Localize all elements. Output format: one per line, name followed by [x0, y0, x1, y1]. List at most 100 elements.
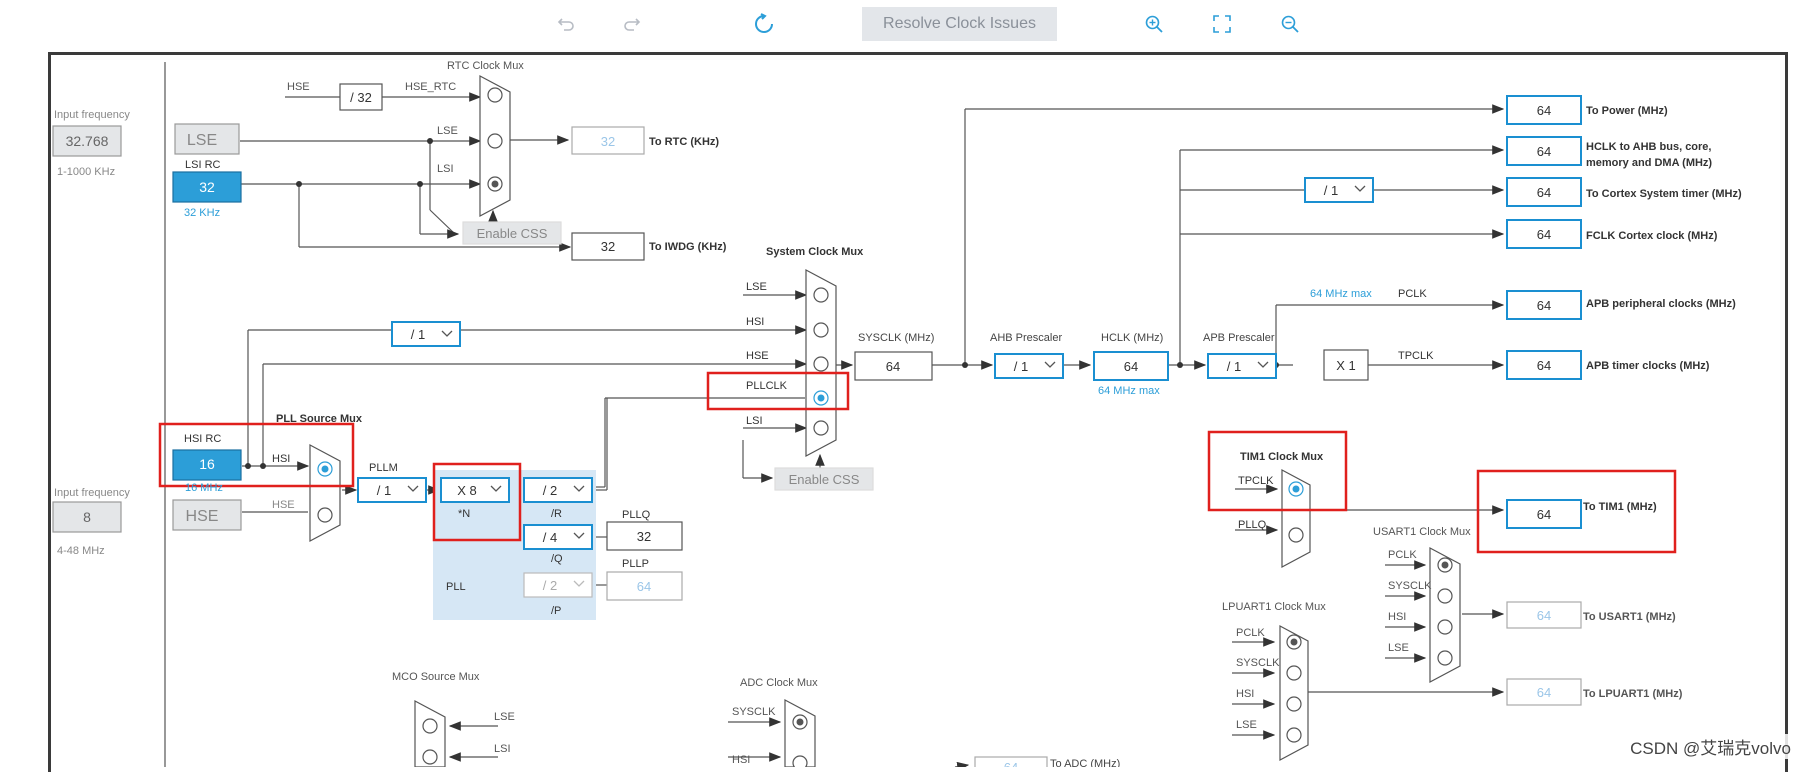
- pclk-max-label: 64 MHz max: [1310, 288, 1372, 300]
- hsi-rc-label: HSI RC: [184, 433, 221, 445]
- tim1-tpclk-label: TPCLK: [1238, 475, 1274, 487]
- hclk-mhz-label: HCLK (MHz): [1101, 332, 1163, 344]
- sys-mux-lsi-radio[interactable]: [813, 420, 829, 436]
- tim1-mux-label: TIM1 Clock Mux: [1240, 451, 1324, 463]
- output-label-hclk-line2: memory and DMA (MHz): [1586, 157, 1712, 169]
- adc-value-text: 64: [1004, 760, 1018, 767]
- rtc-mux-label: RTC Clock Mux: [447, 60, 524, 72]
- hse-range-label: 4-48 MHz: [57, 545, 105, 557]
- lpuart1-sysclk-label: SYSCLK: [1236, 657, 1280, 669]
- hse-input-frequency-label: Input frequency: [54, 487, 130, 499]
- usart1-value-text: 64: [1537, 608, 1551, 623]
- hsi-value: 16: [199, 456, 215, 472]
- cortex-timer-divider-dropdown[interactable]: [1304, 177, 1374, 203]
- to-lpuart1-label: To LPUART1 (MHz): [1583, 688, 1683, 700]
- lpuart1-mux-label: LPUART1 Clock Mux: [1222, 601, 1326, 613]
- hsi-mhz-label: 16 MHz: [185, 482, 223, 494]
- apb-prescaler-value: / 1: [1227, 359, 1241, 374]
- lpuart1-value-text: 64: [1537, 685, 1551, 700]
- rtc-mux-lse-radio[interactable]: [487, 133, 503, 149]
- apb-prescaler-label: APB Prescaler: [1203, 332, 1275, 344]
- r-label: /R: [551, 508, 562, 520]
- usart1-pclk-label: PCLK: [1388, 549, 1417, 561]
- output-label-fclk: FCLK Cortex clock (MHz): [1586, 230, 1718, 242]
- hse-box-label: HSE: [186, 508, 219, 525]
- pllr-dropdown[interactable]: [523, 477, 593, 503]
- mco-mux-label: MCO Source Mux: [392, 671, 480, 683]
- tim1-pllq-radio[interactable]: [1288, 527, 1304, 543]
- to-rtc-label: To RTC (KHz): [649, 136, 719, 148]
- usart1-sysclk-label: SYSCLK: [1388, 580, 1432, 592]
- sys-enable-css-label: Enable CSS: [789, 472, 860, 487]
- output-value-cortex-timer: 64: [1537, 185, 1551, 200]
- lse-range-label: 1-1000 KHz: [57, 166, 115, 178]
- pllq-label: PLLQ: [622, 509, 651, 521]
- pll-source-mux: [309, 444, 341, 542]
- pll-source-mux-label: PLL Source Mux: [276, 413, 363, 425]
- watermark: CSDN @艾瑞克volvo: [1630, 734, 1791, 759]
- lpuart1-lse-radio[interactable]: [1286, 727, 1302, 743]
- pllq-dropdown[interactable]: [523, 524, 593, 550]
- pllp-divider-value: / 2: [543, 578, 557, 593]
- lpuart1-sysclk-radio[interactable]: [1286, 665, 1302, 681]
- ahb-prescaler-dropdown[interactable]: [994, 353, 1064, 379]
- hse-rtc-label: HSE_RTC: [405, 81, 456, 93]
- output-label-hclk: HCLK to AHB bus, core,: [1586, 141, 1712, 153]
- usart1-mux-label: USART1 Clock Mux: [1373, 526, 1471, 538]
- hclk-value-text: 64: [1124, 359, 1138, 374]
- adc-mux-label: ADC Clock Mux: [740, 677, 818, 689]
- sys-mux-lse-radio[interactable]: [813, 287, 829, 303]
- lpuart1-pclk-label: PCLK: [1236, 627, 1265, 639]
- adc-hsi-label: HSI: [732, 754, 750, 766]
- input-frequency-label: Input frequency: [54, 109, 130, 121]
- sys-mux-hsi-radio[interactable]: [813, 322, 829, 338]
- rtc-mux-hse-radio[interactable]: [487, 87, 503, 103]
- q-label: /Q: [551, 553, 563, 565]
- pllr-value: / 2: [543, 483, 557, 498]
- mco-lsi-radio[interactable]: [422, 749, 438, 765]
- pllp-value-text: 64: [637, 579, 651, 594]
- sys-pllclk-label: PLLCLK: [746, 380, 788, 392]
- tim1-value-text: 64: [1537, 507, 1551, 522]
- hclk-max-label: 64 MHz max: [1098, 385, 1160, 397]
- pllp-dropdown[interactable]: [523, 572, 593, 598]
- output-label-power: To Power (MHz): [1586, 105, 1668, 117]
- sys-lsi-label: LSI: [746, 415, 763, 427]
- sys-mux-hse-radio[interactable]: [813, 356, 829, 372]
- usart1-sysclk-radio[interactable]: [1437, 588, 1453, 604]
- lse-frequency-value: 32.768: [66, 133, 109, 149]
- highlight-tim1-mux: [1207, 430, 1348, 512]
- apb-timer-multiplier-text: X 1: [1336, 358, 1356, 373]
- clock-tree-diagram: RTC Clock Mux HSE HSE_RTC LSE LSI Input …: [52, 60, 1742, 767]
- lsi-line-label: LSI: [437, 163, 454, 175]
- sys-hsi-label: HSI: [746, 316, 764, 328]
- output-value-apb-periph: 64: [1537, 298, 1551, 313]
- pll-src-hse-radio[interactable]: [317, 507, 333, 523]
- lse-line-label: LSE: [437, 125, 458, 137]
- pll-hsi-label: HSI: [272, 453, 290, 465]
- apb-prescaler-dropdown[interactable]: [1207, 353, 1277, 379]
- tim1-pllq-label: PLLQ: [1238, 519, 1267, 531]
- mco-lsi-label: LSI: [494, 743, 511, 755]
- rtc-enable-css-label: Enable CSS: [477, 226, 548, 241]
- adc-sysclk-label: SYSCLK: [732, 706, 776, 718]
- pllp-label: PLLP: [622, 558, 649, 570]
- to-adc-label: To ADC (MHz): [1050, 758, 1120, 767]
- usart1-lse-radio[interactable]: [1437, 650, 1453, 666]
- output-value-hclk: 64: [1537, 144, 1551, 159]
- system-clock-mux-label: System Clock Mux: [766, 246, 864, 258]
- pll-hse-label: HSE: [272, 499, 295, 511]
- pllm-dropdown[interactable]: [357, 477, 427, 503]
- pll-label: PLL: [446, 581, 466, 593]
- adc-hsi-radio[interactable]: [792, 755, 808, 767]
- hse-frequency-value: 8: [83, 509, 91, 525]
- lpuart1-hsi-label: HSI: [1236, 688, 1254, 700]
- plln-value: X 8: [457, 483, 477, 498]
- sysclk-mhz-label: SYSCLK (MHz): [858, 332, 934, 344]
- pllq-value-text: 32: [637, 529, 651, 544]
- lpuart1-hsi-radio[interactable]: [1286, 696, 1302, 712]
- mco-lse-radio[interactable]: [422, 718, 438, 734]
- to-tim1-label: To TIM1 (MHz): [1583, 501, 1657, 513]
- lpuart1-lse-label: LSE: [1236, 719, 1257, 731]
- usart1-hsi-radio[interactable]: [1437, 619, 1453, 635]
